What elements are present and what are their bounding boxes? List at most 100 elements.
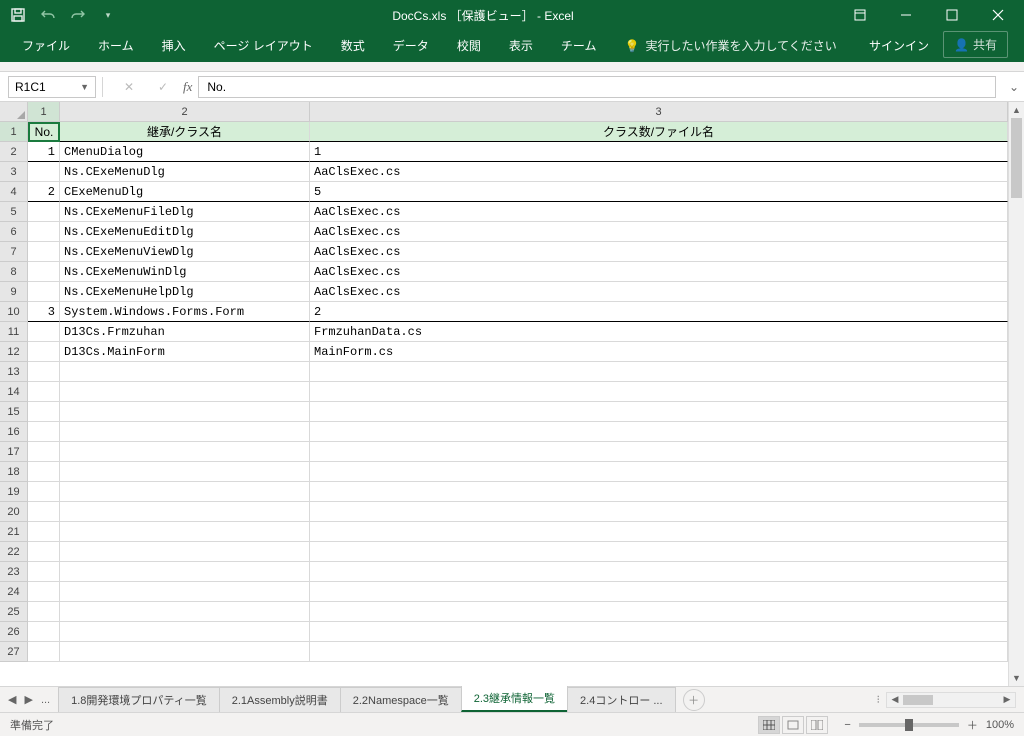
sheet-tab[interactable]: 2.2Namespace一覧 (340, 687, 462, 712)
sheet-tab[interactable]: 1.8開発環境プロパティ一覧 (58, 687, 220, 712)
cell[interactable] (60, 362, 310, 382)
cell[interactable] (310, 442, 1008, 462)
cell[interactable]: 2 (28, 182, 60, 202)
row-header[interactable]: 9 (0, 282, 28, 302)
select-all-corner[interactable] (0, 102, 28, 122)
normal-view-button[interactable] (758, 716, 780, 734)
expand-formula-icon[interactable]: ⌄ (1004, 80, 1024, 94)
row-header[interactable]: 2 (0, 142, 28, 162)
cell[interactable] (28, 422, 60, 442)
cell[interactable] (310, 422, 1008, 442)
cell[interactable] (310, 562, 1008, 582)
save-icon[interactable] (10, 7, 26, 23)
cell[interactable] (60, 542, 310, 562)
cell[interactable] (28, 602, 60, 622)
row-header[interactable]: 15 (0, 402, 28, 422)
ribbon-display-icon[interactable] (840, 0, 880, 30)
cell[interactable] (60, 502, 310, 522)
cell[interactable]: Ns.CExeMenuViewDlg (60, 242, 310, 262)
maximize-button[interactable] (932, 0, 972, 30)
column-header[interactable]: 3 (310, 102, 1008, 122)
formula-input[interactable]: No. (198, 76, 996, 98)
cell[interactable] (28, 642, 60, 662)
tell-me[interactable]: 💡 実行したい作業を入力してください (610, 29, 850, 62)
name-box[interactable]: R1C1 ▼ (8, 76, 96, 98)
cell[interactable]: Ns.CExeMenuFileDlg (60, 202, 310, 222)
cell[interactable]: Ns.CExeMenuHelpDlg (60, 282, 310, 302)
cell[interactable] (310, 462, 1008, 482)
vertical-scrollbar[interactable]: ▲ ▼ (1008, 102, 1024, 686)
cell[interactable] (28, 162, 60, 182)
cell[interactable] (310, 542, 1008, 562)
row-header[interactable]: 4 (0, 182, 28, 202)
cell[interactable] (28, 482, 60, 502)
row-header[interactable]: 1 (0, 122, 28, 142)
cell[interactable] (60, 422, 310, 442)
row-header[interactable]: 18 (0, 462, 28, 482)
cell[interactable] (60, 562, 310, 582)
scroll-left-icon[interactable]: ◀ (887, 693, 903, 707)
cell[interactable]: 2 (310, 302, 1008, 322)
cell[interactable]: D13Cs.Frmzuhan (60, 322, 310, 342)
cell[interactable]: 5 (310, 182, 1008, 202)
zoom-out-button[interactable]: − (844, 719, 850, 731)
cell[interactable] (310, 582, 1008, 602)
cell[interactable]: CExeMenuDlg (60, 182, 310, 202)
hscroll-thumb[interactable] (903, 695, 933, 705)
cell[interactable]: System.Windows.Forms.Form (60, 302, 310, 322)
sheet-ellipsis[interactable]: ... (41, 694, 50, 706)
cell[interactable] (310, 382, 1008, 402)
ribbon-tab[interactable]: チーム (547, 29, 611, 62)
cell[interactable] (310, 522, 1008, 542)
cell[interactable] (28, 362, 60, 382)
row-header[interactable]: 12 (0, 342, 28, 362)
sign-in-link[interactable]: サインイン (855, 29, 943, 62)
scroll-down-icon[interactable]: ▼ (1009, 670, 1024, 686)
column-header[interactable]: 1 (28, 102, 60, 122)
cell[interactable] (60, 522, 310, 542)
row-header[interactable]: 21 (0, 522, 28, 542)
row-header[interactable]: 25 (0, 602, 28, 622)
qat-customize-icon[interactable]: ▾ (100, 7, 116, 23)
cell[interactable] (60, 602, 310, 622)
cell[interactable]: AaClsExec.cs (310, 282, 1008, 302)
cell[interactable] (28, 342, 60, 362)
cell[interactable] (28, 262, 60, 282)
cell[interactable] (60, 482, 310, 502)
cell[interactable] (28, 582, 60, 602)
cell[interactable]: CMenuDialog (60, 142, 310, 162)
cell[interactable] (310, 362, 1008, 382)
cell[interactable]: 1 (28, 142, 60, 162)
ribbon-tab[interactable]: 表示 (495, 29, 547, 62)
cell[interactable] (60, 642, 310, 662)
cell[interactable]: AaClsExec.cs (310, 162, 1008, 182)
cell[interactable] (28, 202, 60, 222)
scroll-thumb[interactable] (1011, 118, 1022, 198)
row-header[interactable]: 8 (0, 262, 28, 282)
chevron-down-icon[interactable]: ▼ (80, 82, 89, 92)
ribbon-tab[interactable]: ファイル (8, 29, 84, 62)
sheet-tab[interactable]: 2.3継承情報一覧 (461, 685, 568, 712)
undo-icon[interactable] (40, 7, 56, 23)
cell[interactable]: Ns.CExeMenuEditDlg (60, 222, 310, 242)
cell[interactable] (60, 582, 310, 602)
enter-formula-icon[interactable]: ✓ (149, 76, 177, 98)
sheet-tab[interactable]: 2.1Assembly説明書 (219, 687, 341, 712)
cell[interactable]: Ns.CExeMenuDlg (60, 162, 310, 182)
ribbon-tab[interactable]: ページ レイアウト (200, 29, 327, 62)
cell[interactable] (28, 622, 60, 642)
row-header[interactable]: 14 (0, 382, 28, 402)
cell[interactable] (28, 542, 60, 562)
cell[interactable] (310, 602, 1008, 622)
cell[interactable] (60, 462, 310, 482)
cell[interactable] (310, 642, 1008, 662)
ribbon-tab[interactable]: 校閲 (443, 29, 495, 62)
row-header[interactable]: 10 (0, 302, 28, 322)
cell[interactable] (60, 402, 310, 422)
cell[interactable]: 3 (28, 302, 60, 322)
horizontal-scrollbar[interactable]: ◀ ▶ (886, 692, 1016, 708)
ribbon-tab[interactable]: データ (379, 29, 443, 62)
cell[interactable] (28, 242, 60, 262)
sheet-tab[interactable]: 2.4コントロー ... (567, 687, 676, 712)
cell[interactable] (28, 442, 60, 462)
